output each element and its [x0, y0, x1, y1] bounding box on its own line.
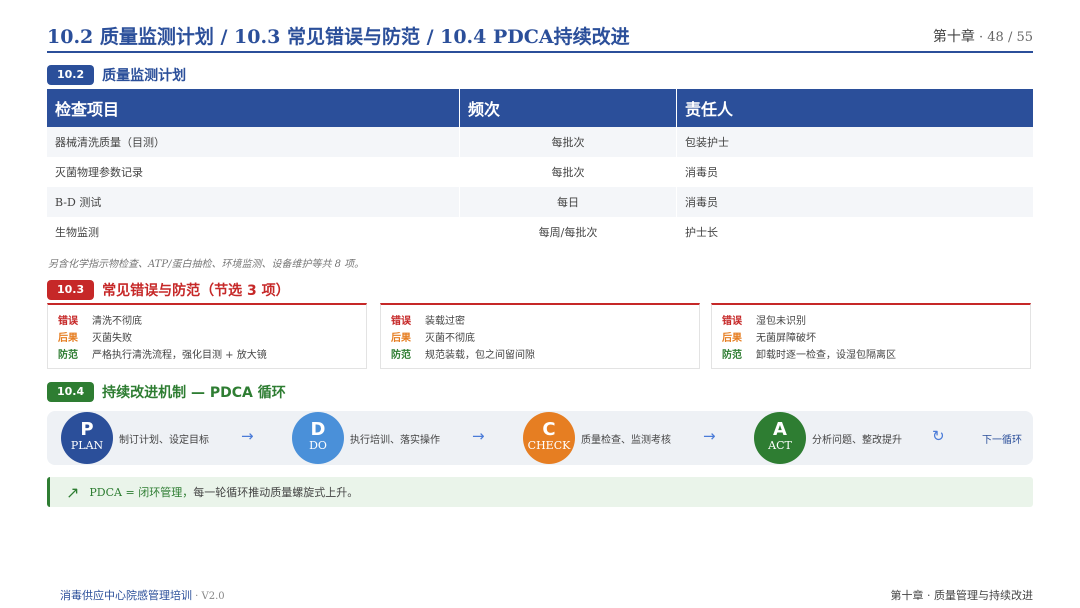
- section-badge-10-4: 10.4: [47, 382, 95, 402]
- pdca-do-circle: D DO: [292, 412, 344, 464]
- chapter-separator: ·: [974, 30, 988, 45]
- cycle-icon: ↻: [932, 427, 945, 445]
- page-indicator: 第十章 · 48 / 55: [933, 26, 1033, 46]
- section-header-10-3: 10.3 常见错误与防范（节选 3 项）: [47, 280, 290, 300]
- section-badge-10-3: 10.3: [47, 280, 95, 300]
- table-cell-owner: 消毒员: [677, 187, 1033, 217]
- table-cell-owner: 包装护士: [677, 127, 1033, 157]
- section-header-10-4: 10.4 持续改进机制 — PDCA 循环: [47, 382, 286, 402]
- table-cell-owner: 护士长: [677, 217, 1033, 247]
- pdca-plan-circle: P PLAN: [61, 412, 113, 464]
- table-footnote: 另含化学指示物检查、ATP/蛋白抽检、环境监测、设备维护等共 8 项。: [48, 259, 365, 270]
- error-label: 错误: [391, 316, 411, 327]
- table-cell-item: 器械清洗质量（目测）: [47, 127, 460, 157]
- column-header-item: 检查项目: [47, 89, 460, 127]
- summary-highlight: PDCA = 闭环管理，: [89, 486, 194, 499]
- table-cell-owner: 消毒员: [677, 157, 1033, 187]
- table-cell-item: 灭菌物理参数记录: [47, 157, 460, 187]
- error-card-1: 错误 清洗不彻底 后果 灭菌失败 防范 严格执行清洗流程，强化目测 + 放大镜: [47, 303, 367, 369]
- pdca-check-text: 质量检查、监测考核: [581, 435, 671, 446]
- prevent-value: 严格执行清洗流程，强化目测 + 放大镜: [92, 350, 267, 361]
- prevent-label: 防范: [391, 350, 411, 361]
- column-header-frequency: 频次: [460, 89, 677, 127]
- error-label: 错误: [722, 316, 742, 327]
- table-row: 生物监测 每周/每批次 护士长: [47, 217, 1033, 247]
- section-title-10-3: 常见错误与防范（节选 3 项）: [102, 283, 290, 299]
- result-label: 后果: [391, 333, 411, 344]
- summary-text: 每一轮循环推动质量螺旋式上升。: [193, 486, 359, 499]
- pdca-do-text: 执行培训、落实操作: [350, 435, 440, 446]
- table-cell-frequency: 每周/每批次: [460, 217, 677, 247]
- footer-version: · V2.0: [192, 591, 225, 602]
- section-title-10-4: 持续改进机制 — PDCA 循环: [102, 385, 286, 401]
- pdca-do-word: DO: [309, 439, 327, 452]
- table-cell-frequency: 每日: [460, 187, 677, 217]
- table-row: 灭菌物理参数记录 每批次 消毒员: [47, 157, 1033, 187]
- footer-chapter: 第十章 · 质量管理与持续改进: [890, 589, 1034, 602]
- prevent-value: 规范装载，包之间留间隙: [425, 350, 535, 361]
- table-row: B-D 测试 每日 消毒员: [47, 187, 1033, 217]
- chapter-label: 第十章: [932, 29, 975, 45]
- pdca-check-letter: C: [542, 419, 556, 440]
- prevent-label: 防范: [58, 350, 78, 361]
- pdca-summary-callout: ↗ PDCA = 闭环管理， 每一轮循环推动质量螺旋式上升。: [47, 477, 1033, 507]
- table-cell-item: B-D 测试: [47, 187, 460, 217]
- table-cell-frequency: 每批次: [460, 127, 677, 157]
- error-card-3: 错误 湿包未识别 后果 无菌屏障破坏 防范 卸载时逐一检查，设湿包隔离区: [711, 303, 1031, 369]
- result-value: 灭菌失败: [92, 333, 132, 344]
- pdca-act-word: ACT: [768, 439, 792, 452]
- footer-title: 消毒供应中心院感管理培训: [60, 589, 192, 602]
- error-value: 清洗不彻底: [92, 316, 142, 327]
- footer-course-title: 消毒供应中心院感管理培训 · V2.0: [60, 587, 225, 603]
- pdca-check-word: CHECK: [527, 439, 571, 452]
- error-label: 错误: [58, 316, 78, 327]
- result-label: 后果: [722, 333, 742, 344]
- pdca-act-circle: A ACT: [754, 412, 806, 464]
- error-value: 湿包未识别: [756, 316, 806, 327]
- table-cell-item: 生物监测: [47, 217, 460, 247]
- pdca-plan-text: 制订计划、设定目标: [119, 435, 209, 446]
- arrow-right-icon: →: [703, 427, 716, 445]
- page-title: 10.2 质量监测计划 / 10.3 常见错误与防范 / 10.4 PDCA持续…: [47, 26, 630, 48]
- result-value: 无菌屏障破坏: [756, 333, 816, 344]
- quality-monitoring-table: 检查项目 频次 责任人 器械清洗质量（目测） 每批次 包装护士 灭菌物理参数记录…: [47, 89, 1033, 247]
- result-value: 灭菌不彻底: [425, 333, 475, 344]
- error-value: 装载过密: [425, 316, 465, 327]
- result-label: 后果: [58, 333, 78, 344]
- section-title-10-2: 质量监测计划: [102, 68, 187, 84]
- header-divider: [47, 51, 1033, 53]
- column-header-owner: 责任人: [677, 89, 1033, 127]
- table-row: 器械清洗质量（目测） 每批次 包装护士: [47, 127, 1033, 157]
- page-number: 48 / 55: [987, 30, 1033, 45]
- page-header: 10.2 质量监测计划 / 10.3 常见错误与防范 / 10.4 PDCA持续…: [47, 22, 1033, 52]
- pdca-plan-word: PLAN: [70, 439, 104, 452]
- pdca-plan-letter: P: [80, 419, 94, 440]
- error-card-2: 错误 装载过密 后果 灭菌不彻底 防范 规范装载，包之间留间隙: [380, 303, 700, 369]
- table-header-row: 检查项目 频次 责任人: [47, 89, 1033, 127]
- pdca-check-circle: C CHECK: [523, 412, 575, 464]
- table-cell-frequency: 每批次: [460, 157, 677, 187]
- section-badge-10-2: 10.2: [47, 65, 95, 85]
- prevent-label: 防范: [722, 350, 742, 361]
- arrow-right-icon: →: [472, 427, 485, 445]
- pdca-act-letter: A: [773, 419, 787, 440]
- next-cycle-label: 下一循环: [982, 435, 1022, 446]
- pdca-cycle: P PLAN 制订计划、设定目标 → D DO 执行培训、落实操作 → C CH…: [47, 411, 1033, 465]
- arrow-right-icon: →: [241, 427, 254, 445]
- pdca-act-text: 分析问题、整改提升: [812, 435, 902, 446]
- pdca-do-letter: D: [310, 419, 326, 440]
- section-header-10-2: 10.2 质量监测计划: [47, 65, 186, 85]
- prevent-value: 卸载时逐一检查，设湿包隔离区: [756, 350, 896, 361]
- trend-up-icon: ↗: [66, 482, 80, 502]
